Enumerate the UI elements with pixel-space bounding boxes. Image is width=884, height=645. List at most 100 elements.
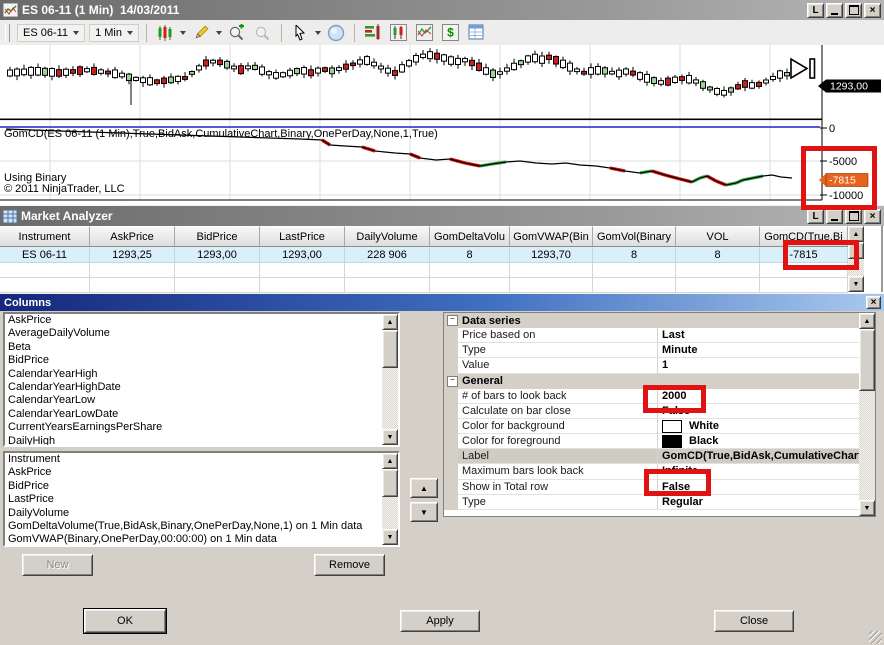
property-row[interactable]: # of bars to look back 2000 (444, 388, 861, 404)
chevron-down-icon[interactable] (314, 30, 321, 35)
collapse-icon[interactable]: − (447, 315, 458, 327)
selected-column-item[interactable]: LastPrice (5, 493, 398, 506)
scrollbar-thumb[interactable] (859, 329, 875, 391)
link-button[interactable]: L (807, 208, 824, 224)
minimize-button[interactable] (826, 2, 843, 18)
maximize-button[interactable] (845, 2, 862, 18)
property-value[interactable]: False (658, 404, 861, 419)
property-row[interactable]: Maximum bars look back Infinite (444, 464, 861, 480)
minimize-button[interactable] (826, 208, 843, 224)
property-row[interactable]: Value 1 (444, 358, 861, 374)
move-up-button[interactable]: ▲ (410, 478, 438, 498)
columns-dialog-titlebar[interactable]: Columns × (0, 294, 884, 311)
market-analyzer-titlebar[interactable]: Market Analyzer L × (0, 206, 884, 226)
analyzer-column-header[interactable]: GomDeltaVolu (430, 226, 510, 247)
property-value[interactable]: Infinite (658, 464, 861, 480)
zoom-in-button[interactable] (226, 23, 248, 43)
available-column-item[interactable]: CurrentYearsEarningsPerShare (5, 421, 398, 434)
analyzer-data-row[interactable]: ES 06-11 1293,25 1293,00 1293,00 228 906 8 129… (0, 247, 848, 263)
interval-selector[interactable]: 1 Min (89, 23, 139, 42)
toolbar-grip[interactable] (5, 23, 10, 42)
available-column-item[interactable]: CalendarYearLow (5, 394, 398, 407)
chart-trader-button[interactable] (388, 23, 410, 43)
property-grid-scrollbar[interactable]: ▲ ▼ (859, 313, 875, 516)
available-column-item[interactable]: DailyHigh (5, 435, 398, 445)
data-grid-button[interactable] (466, 23, 488, 43)
property-row[interactable]: Type Regular (444, 494, 861, 510)
available-columns-list[interactable]: AskPrice AverageDailyVolume Beta BidPrice Ca… (3, 312, 400, 447)
drawing-tools-button[interactable] (190, 23, 212, 43)
property-row[interactable]: Type Minute (444, 343, 861, 359)
property-value[interactable]: Minute (658, 343, 861, 359)
available-column-item[interactable]: CalendarYearLowDate (5, 408, 398, 421)
chevron-down-icon[interactable] (179, 30, 186, 35)
property-row[interactable]: Show in Total row False (444, 479, 861, 495)
available-column-item[interactable]: AskPrice (5, 314, 398, 327)
property-category[interactable]: − General (444, 373, 861, 389)
close-button[interactable]: × (864, 2, 881, 18)
analyzer-column-header[interactable]: GomVWAP(Bin (510, 226, 593, 247)
scroll-down-button[interactable]: ▼ (859, 500, 875, 516)
market-depth-button[interactable] (362, 23, 384, 43)
close-button[interactable]: × (864, 208, 881, 224)
selected-column-item[interactable]: BidPrice (5, 480, 398, 493)
link-button[interactable]: L (807, 2, 824, 18)
scrollbar-thumb[interactable] (382, 330, 398, 368)
analyzer-column-header[interactable]: VOL (676, 226, 760, 247)
property-value[interactable]: 1 (658, 358, 861, 374)
selected-column-item[interactable]: GomVWAP(Binary,OnePerDay,00:00:00) on 1 … (5, 533, 398, 545)
analyzer-column-header[interactable]: LastPrice (260, 226, 345, 247)
scroll-down-button[interactable]: ▼ (382, 529, 398, 545)
property-value[interactable]: Last (658, 328, 861, 344)
selected-column-item[interactable]: AskPrice (5, 466, 398, 479)
remove-button[interactable]: Remove (314, 554, 385, 576)
property-grid[interactable]: − Data series Price based on Last Type Minute… (443, 312, 876, 517)
property-category[interactable]: − Data series (444, 313, 861, 329)
property-row[interactable]: Label GomCD(True,BidAsk,CumulativeChart (444, 449, 861, 465)
mini-chart-button[interactable] (414, 23, 436, 43)
analyzer-column-header[interactable]: AskPrice (90, 226, 175, 247)
maximize-button[interactable] (845, 208, 862, 224)
scrollbar-thumb[interactable] (382, 469, 398, 497)
scroll-down-button[interactable]: ▼ (382, 429, 398, 445)
scroll-down-button[interactable]: ▼ (848, 276, 864, 292)
scroll-up-button[interactable]: ▲ (382, 453, 398, 469)
property-value[interactable]: White (658, 419, 861, 435)
selected-columns-list[interactable]: Instrument AskPrice BidPrice LastPrice Daily… (3, 451, 400, 547)
selected-list-scrollbar[interactable]: ▲ ▼ (382, 453, 398, 545)
scroll-up-button[interactable]: ▲ (382, 314, 398, 330)
analyzer-vscrollbar[interactable]: ▲ ▼ (848, 226, 864, 292)
available-column-item[interactable]: CalendarYearHighDate (5, 381, 398, 394)
available-column-item[interactable]: Beta (5, 341, 398, 354)
property-row[interactable]: Calculate on bar close False (444, 403, 861, 419)
chart-style-button[interactable] (154, 23, 176, 43)
instrument-selector[interactable]: ES 06-11 (17, 23, 86, 42)
close-button[interactable]: Close (714, 610, 794, 632)
analyzer-column-header[interactable]: GomVol(Binary (593, 226, 676, 247)
selected-column-item[interactable]: DailyVolume (5, 507, 398, 520)
available-column-item[interactable]: BidPrice (5, 354, 398, 367)
property-value[interactable]: False (658, 480, 861, 495)
account-dollar-button[interactable]: $ (440, 23, 462, 43)
available-column-item[interactable]: CalendarYearHigh (5, 368, 398, 381)
property-value[interactable]: Regular (658, 495, 861, 510)
analyzer-column-header[interactable]: Instrument (0, 226, 90, 247)
scrollbar-thumb[interactable] (848, 242, 864, 259)
property-value[interactable]: 2000 (658, 389, 861, 404)
chevron-down-icon[interactable] (215, 30, 222, 35)
analyzer-column-header[interactable]: GomCD(True,Bi (760, 226, 848, 247)
pointer-button[interactable] (289, 23, 311, 43)
resize-grip[interactable] (869, 631, 882, 644)
available-column-item[interactable]: AverageDailyVolume (5, 327, 398, 340)
scroll-up-button[interactable]: ▲ (848, 226, 864, 242)
scroll-up-button[interactable]: ▲ (859, 313, 875, 329)
property-value[interactable]: GomCD(True,BidAsk,CumulativeChart (658, 449, 861, 465)
analyzer-column-header[interactable]: BidPrice (175, 226, 260, 247)
apply-button[interactable]: Apply (400, 610, 480, 632)
chart-window-titlebar[interactable]: ES 06-11 (1 Min) 14/03/2011 L × (0, 0, 884, 20)
property-row[interactable]: Price based on Last (444, 328, 861, 344)
selected-column-item[interactable]: GomDeltaVolume(True,BidAsk,Binary,OnePer… (5, 520, 398, 533)
available-list-scrollbar[interactable]: ▲ ▼ (382, 314, 398, 445)
property-row[interactable]: Color for foreground Black (444, 434, 861, 450)
dialog-close-button[interactable]: × (866, 296, 881, 309)
